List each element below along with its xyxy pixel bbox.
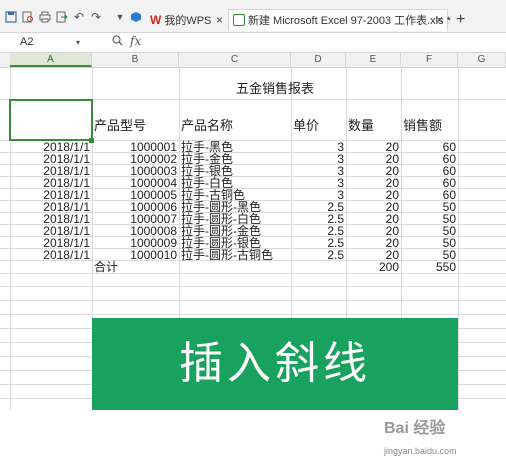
header-name: 产品名称 — [181, 118, 234, 133]
header-amount: 销售额 — [403, 118, 443, 133]
redo-icon[interactable]: ↷ — [90, 11, 102, 23]
cell-price[interactable]: 3 — [291, 177, 344, 189]
tab-my-wps-label: 我的WPS — [164, 15, 212, 27]
cell-price[interactable]: 3 — [291, 165, 344, 177]
cell-price[interactable]: 2.5 — [291, 249, 344, 261]
print-preview-icon[interactable] — [22, 11, 34, 23]
sheet-title: 五金销售报表 — [235, 81, 314, 96]
baidu-watermark: Bai 经验 jingyan.baidu.com — [384, 420, 504, 474]
save-icon[interactable] — [5, 11, 17, 23]
export-icon[interactable] — [56, 11, 68, 23]
header-qty: 数量 — [348, 118, 375, 133]
cell-price[interactable]: 3 — [291, 153, 344, 165]
cell-price[interactable]: 3 — [291, 141, 344, 153]
fx-icon[interactable]: fx — [130, 34, 141, 48]
grid-line — [458, 68, 459, 410]
spreadsheet-icon — [233, 14, 245, 27]
name-box[interactable]: A2 ▾ — [4, 35, 84, 50]
header-price: 单价 — [293, 118, 320, 133]
grid-line — [0, 286, 506, 287]
grid-line — [0, 273, 506, 274]
watermark-brand: Bai 经验 — [384, 420, 446, 437]
caption-banner: 插入斜线 — [92, 318, 458, 410]
column-header-g[interactable]: G — [458, 53, 506, 67]
zoom-icon[interactable] — [112, 35, 123, 49]
print-icon[interactable] — [39, 11, 51, 23]
new-tab-icon[interactable]: + — [456, 9, 465, 31]
undo-icon[interactable]: ↶ — [73, 11, 85, 23]
cube-icon[interactable] — [130, 11, 142, 23]
cell-reference: A2 — [20, 36, 34, 48]
grid-line — [0, 300, 506, 301]
cell-name[interactable]: 拉手-圆形-古铜色 — [181, 249, 273, 261]
column-header: A B C D E F G — [0, 53, 506, 68]
wps-logo-icon: W — [150, 13, 162, 27]
cell-date[interactable]: 2018/1/1 — [10, 249, 90, 261]
tab-excel-file-label: 新建 Microsoft Excel 97-2003 工作表.xls * — [248, 15, 451, 27]
grid-line — [0, 314, 506, 315]
title-bar: ↶ ↷ ▼ W 我的WPS × 新建 Microsoft Excel 97-200… — [0, 0, 506, 33]
column-header-e[interactable]: E — [346, 53, 401, 67]
tab-excel-file[interactable]: 新建 Microsoft Excel 97-2003 工作表.xls * — [228, 9, 451, 31]
close-tab-icon[interactable]: × — [436, 9, 443, 31]
close-tab-icon[interactable]: × — [216, 9, 223, 31]
header-model: 产品型号 — [94, 118, 147, 133]
column-header-c[interactable]: C — [179, 53, 291, 67]
sheet-grid[interactable]: 五金销售报表 产品型号 产品名称 单价 数量 销售额 2018/1/1 1000… — [0, 68, 506, 456]
total-label[interactable]: 合计 — [94, 261, 118, 273]
selected-cell-a2[interactable] — [9, 99, 93, 141]
column-header-b[interactable]: B — [92, 53, 179, 67]
column-header-f[interactable]: F — [401, 53, 458, 67]
total-qty[interactable]: 200 — [346, 261, 399, 273]
chevron-down-icon[interactable]: ▾ — [76, 35, 80, 50]
column-header-a[interactable]: A — [10, 53, 92, 67]
watermark-url: jingyan.baidu.com — [384, 446, 457, 456]
dropdown-icon[interactable]: ▼ — [114, 11, 126, 23]
formula-bar: A2 ▾ fx — [0, 33, 506, 53]
total-amount[interactable]: 550 — [401, 261, 456, 273]
column-header-d[interactable]: D — [291, 53, 346, 67]
